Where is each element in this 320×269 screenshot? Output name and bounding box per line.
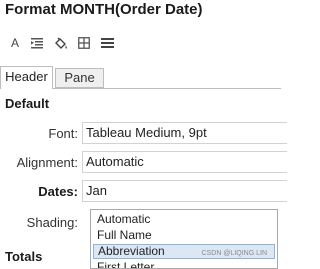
- shading-bucket-icon[interactable]: [51, 32, 71, 54]
- font-field[interactable]: Tableau Medium, 9pt: [82, 122, 287, 144]
- dates-label: Dates:: [38, 184, 78, 199]
- alignment-field[interactable]: Automatic: [82, 151, 287, 173]
- shading-label: Shading:: [26, 215, 78, 230]
- alignment-icon[interactable]: [27, 32, 47, 54]
- tab-pane[interactable]: Pane: [55, 68, 104, 88]
- tab-header[interactable]: Header: [0, 66, 53, 89]
- date-format-dropdown-list[interactable]: Automatic Full Name Abbreviation CSDN @L…: [90, 209, 278, 269]
- borders-icon[interactable]: [74, 32, 94, 54]
- tab-strip: Header Pane: [0, 66, 281, 89]
- font-glyph: A: [10, 36, 19, 50]
- font-icon[interactable]: A: [5, 32, 25, 54]
- panel-title: Format MONTH(Order Date): [5, 1, 203, 18]
- totals-section-title: Totals: [5, 249, 43, 264]
- dates-field[interactable]: Jan: [82, 180, 287, 202]
- default-section-title: Default: [5, 96, 50, 111]
- option-automatic[interactable]: Automatic: [93, 212, 275, 227]
- option-abbreviation-label: Abbreviation: [98, 244, 165, 258]
- option-abbreviation[interactable]: Abbreviation CSDN @LIQING LIN: [93, 244, 275, 259]
- watermark: CSDN @LIQING LIN: [201, 250, 267, 257]
- format-toolbar: A: [0, 32, 130, 54]
- option-full-name[interactable]: Full Name: [93, 228, 275, 243]
- lines-icon[interactable]: [97, 32, 117, 54]
- font-label: Font:: [48, 126, 78, 141]
- alignment-label: Alignment:: [16, 155, 78, 170]
